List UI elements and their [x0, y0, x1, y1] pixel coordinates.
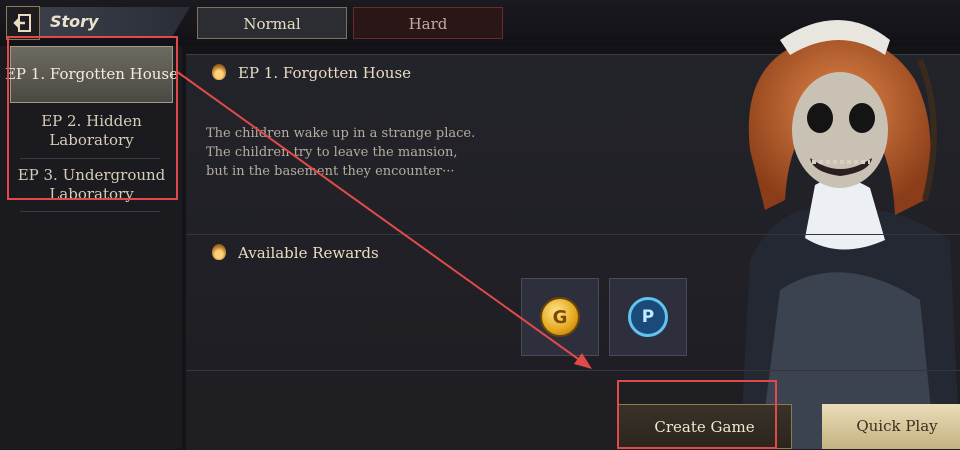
quick-play-button[interactable]: Quick Play: [822, 404, 960, 449]
description-line: The children try to leave the mansion,: [206, 145, 458, 160]
divider: [20, 211, 160, 212]
point-coin-icon: P: [628, 297, 668, 337]
sidebar-highlight-box: [7, 36, 178, 200]
create-game-highlight-box: [617, 380, 777, 449]
gold-coin-icon: G: [540, 297, 580, 337]
section-divider: [186, 370, 960, 371]
description-line: The children wake up in a strange place.: [206, 126, 476, 141]
flame-icon: [212, 64, 226, 80]
rewards-title: Available Rewards: [212, 244, 379, 262]
rewards-title-text: Available Rewards: [238, 244, 379, 262]
hard-mode-button[interactable]: Hard: [353, 7, 503, 39]
story-tab[interactable]: Story: [40, 7, 190, 37]
back-button[interactable]: [6, 6, 40, 40]
description-line: but in the basement they encounter···: [206, 164, 455, 179]
normal-mode-button[interactable]: Normal: [197, 7, 347, 39]
reward-slot-points[interactable]: P: [609, 278, 687, 356]
episode-title-text: EP 1. Forgotten House: [238, 64, 412, 82]
reward-slot-gold[interactable]: G: [521, 278, 599, 356]
episode-description: The children wake up in a strange place.…: [206, 124, 475, 181]
episode-title: EP 1. Forgotten House: [212, 64, 411, 82]
flame-icon: [212, 244, 226, 260]
exit-icon: [13, 14, 31, 32]
section-divider: [186, 234, 960, 235]
